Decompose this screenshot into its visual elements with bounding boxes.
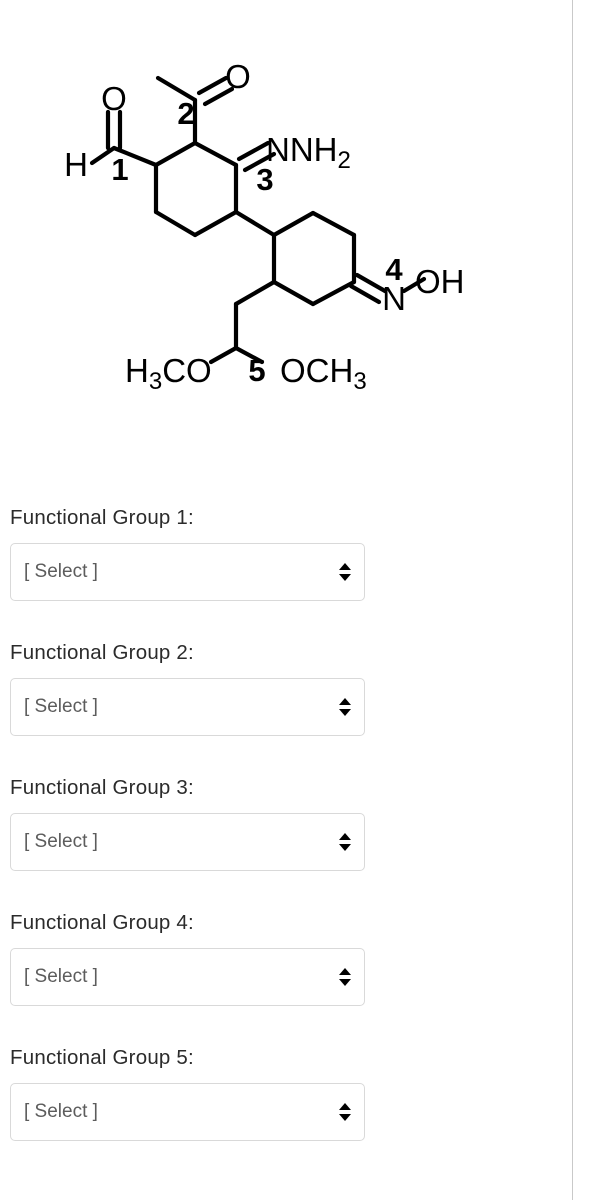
label-marker-1: 1: [111, 152, 128, 187]
field-group-4: Functional Group 4: [ Select ]: [0, 910, 540, 1045]
functional-group-3-select[interactable]: [ Select ]: [10, 813, 365, 871]
label-acetal-right: OCH3: [280, 352, 367, 395]
label-hydrazone: NNH2: [266, 131, 351, 174]
atom-labels: O H 1 O 2 NNH2 3 4 N OH H3CO 5 OCH3: [64, 58, 464, 395]
chevron-updown-icon: [338, 696, 352, 718]
bond-ring2-d: [310, 279, 357, 307]
bond-ring1-d: [192, 209, 239, 238]
bond-ketone-dbl-1: [196, 75, 229, 96]
bond-ring1-a: [153, 140, 198, 168]
field-group-3: Functional Group 3: [ Select ]: [0, 775, 540, 910]
molecule-svg: O H 1 O 2 NNH2 3 4 N OH H3CO 5 OCH3: [64, 58, 464, 395]
functional-group-5-label: Functional Group 5:: [10, 1046, 194, 1069]
label-marker-2: 2: [177, 96, 194, 131]
field-group-2: Functional Group 2: [ Select ]: [0, 640, 540, 775]
structure-figure: O H 1 O 2 NNH2 3 4 N OH H3CO 5 OCH3: [0, 0, 540, 470]
functional-group-4-value: [ Select ]: [24, 966, 98, 987]
bond-lines: [89, 75, 427, 365]
functional-group-2-label: Functional Group 2:: [10, 641, 194, 664]
chevron-updown-icon: [338, 831, 352, 853]
bond-ring1-e: [153, 209, 198, 238]
functional-group-form: Functional Group 1: [ Select ] Functiona…: [0, 505, 540, 1180]
chevron-updown-icon: [338, 966, 352, 988]
functional-group-1-select[interactable]: [ Select ]: [10, 543, 365, 601]
bond-chain-a: [233, 279, 277, 307]
label-aldehyde-hydrogen: H: [64, 146, 88, 183]
functional-group-4-label: Functional Group 4:: [10, 911, 194, 934]
functional-group-1-value: [ Select ]: [24, 561, 98, 582]
functional-group-4-select[interactable]: [ Select ]: [10, 948, 365, 1006]
chevron-updown-icon: [338, 1101, 352, 1123]
bond-oxime-dbl-1: [354, 272, 388, 294]
functional-group-5-select[interactable]: [ Select ]: [10, 1083, 365, 1141]
bond-ring2-a: [271, 210, 316, 238]
functional-group-3-value: [ Select ]: [24, 831, 98, 852]
label-oxime-nitrogen: N: [382, 280, 406, 317]
functional-group-3-label: Functional Group 3:: [10, 776, 194, 799]
functional-group-2-select[interactable]: [ Select ]: [10, 678, 365, 736]
bond-ring1-b: [192, 140, 239, 168]
right-panel: [573, 0, 597, 1200]
chevron-updown-icon: [338, 561, 352, 583]
bond-hydrazone-dbl-1: [236, 140, 271, 162]
field-group-5: Functional Group 5: [ Select ]: [0, 1045, 540, 1180]
label-ketone-oxygen: O: [225, 58, 251, 95]
bond-acetal-left-o: [208, 345, 239, 365]
functional-group-1-label: Functional Group 1:: [10, 506, 194, 529]
functional-group-2-value: [ Select ]: [24, 696, 98, 717]
label-marker-3: 3: [256, 162, 273, 197]
bond-ring2-e: [271, 279, 316, 307]
label-aldehyde-oxygen: O: [101, 80, 127, 117]
functional-group-5-value: [ Select ]: [24, 1101, 98, 1122]
bond-ring-link: [233, 209, 277, 238]
label-marker-5: 5: [248, 353, 265, 388]
field-group-1: Functional Group 1: [ Select ]: [0, 505, 540, 640]
label-acetal-left: H3CO: [125, 352, 212, 395]
bond-oxime-dbl-2: [348, 283, 382, 305]
bond-ring2-b: [310, 210, 357, 238]
label-oxime-hydroxyl: OH: [415, 263, 465, 300]
